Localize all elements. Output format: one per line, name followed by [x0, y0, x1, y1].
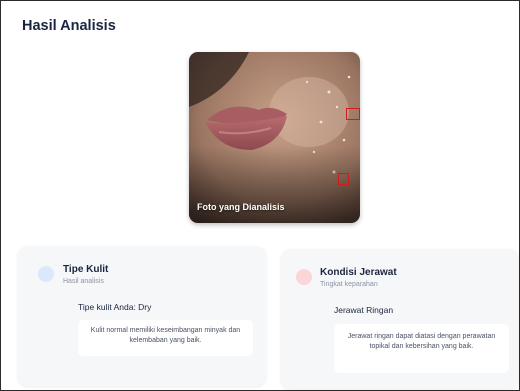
acne-condition-card: Kondisi Jerawat Tingkat keparahan Jerawa… [281, 249, 519, 389]
skin-type-heading: Tipe Kulit [63, 264, 109, 275]
skin-type-indicator-dot [38, 266, 54, 282]
detection-box [346, 108, 360, 120]
acne-heading: Kondisi Jerawat [320, 267, 397, 278]
acne-value: Jerawat Ringan [334, 305, 394, 315]
photo-caption: Foto yang Dianalisis [197, 202, 285, 212]
page-title: Hasil Analisis [22, 18, 116, 34]
acne-description: Jerawat ringan dapat diatasi dengan pera… [334, 324, 509, 373]
acne-subheading: Tingkat keparahan [320, 281, 378, 288]
skin-type-card: Tipe Kulit Hasil analisis Tipe kulit And… [18, 246, 266, 386]
analysis-result-panel: Hasil Analisis Foto yang Dianalisis Tipe… [0, 0, 520, 391]
skin-type-description: Kulit normal memiliki keseimbangan minya… [78, 320, 253, 356]
skin-type-subheading: Hasil analisis [63, 278, 104, 285]
analyzed-photo: Foto yang Dianalisis [189, 52, 360, 223]
face-photo-image [189, 52, 360, 223]
skin-type-value: Tipe kulit Anda: Dry [78, 302, 152, 312]
detection-box [338, 173, 349, 185]
acne-indicator-dot [296, 269, 312, 285]
